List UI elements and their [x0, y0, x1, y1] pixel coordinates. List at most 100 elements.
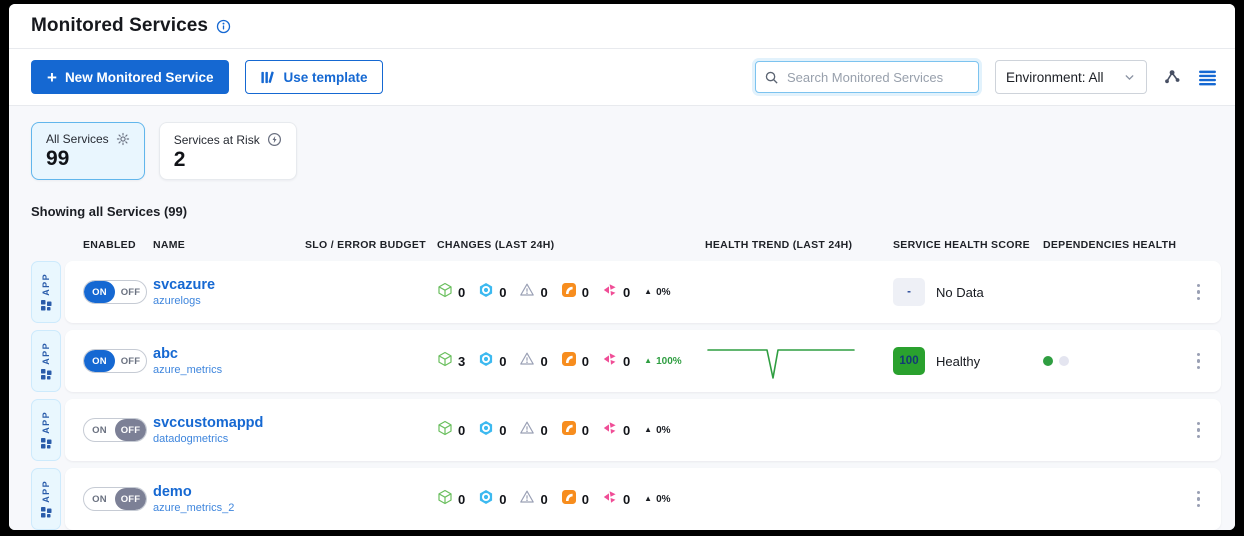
alert-change-count: 0	[540, 492, 547, 507]
gear-icon	[116, 132, 130, 146]
environment-dropdown[interactable]: Environment: All	[995, 60, 1147, 94]
dependencies-cell	[1043, 356, 1193, 366]
summary-cards: All Services 99 Services at Risk 2	[31, 122, 1221, 180]
use-template-button[interactable]: Use template	[245, 60, 382, 94]
service-name-link[interactable]: demo	[153, 484, 305, 501]
row-actions-menu-icon[interactable]	[1192, 417, 1206, 444]
info-icon[interactable]	[216, 19, 231, 34]
alert-change-count: 0	[540, 423, 547, 438]
deployment-change-count: 3	[458, 354, 465, 369]
changes-delta-value: 0%	[656, 494, 670, 505]
health-score-label: Healthy	[936, 354, 980, 369]
toolbar-right: Environment: All	[755, 60, 1219, 94]
services-at-risk-count: 2	[174, 148, 282, 171]
service-type-tag: APP	[31, 330, 61, 392]
changes-delta-value: 0%	[656, 287, 670, 298]
infrastructure-change-count: 0	[499, 285, 506, 300]
new-monitored-service-button[interactable]: + New Monitored Service	[31, 60, 229, 94]
service-name-link[interactable]: abc	[153, 346, 305, 363]
screenshot-frame: Monitored Services + New Monitored Servi…	[0, 0, 1244, 536]
enabled-toggle[interactable]: ON OFF	[83, 349, 147, 373]
list-view-icon[interactable]	[1198, 69, 1217, 86]
appdynamics-event-icon	[561, 351, 577, 372]
row-actions-menu-icon[interactable]	[1192, 486, 1206, 513]
row-actions-menu-icon[interactable]	[1192, 279, 1206, 306]
view-toggle-group	[1163, 68, 1219, 87]
service-type-label: APP	[41, 411, 51, 434]
changes-delta: ▲100%	[644, 356, 682, 367]
service-name-link[interactable]: svcazure	[153, 277, 305, 294]
appd-change-count: 0	[582, 423, 589, 438]
enabled-toggle[interactable]: ON OFF	[83, 418, 147, 442]
appdynamics-event-icon	[561, 489, 577, 510]
search-input[interactable]	[785, 69, 970, 86]
search-icon	[764, 70, 779, 85]
deployment-cube-icon	[437, 420, 453, 441]
dependency-healthy-dot	[1043, 356, 1053, 366]
column-header-health-trend: HEALTH TREND (LAST 24H)	[705, 239, 893, 251]
toolbar: + New Monitored Service Use template Env…	[9, 49, 1235, 106]
showing-summary-text: Showing all Services (99)	[31, 204, 1221, 219]
template-library-icon	[260, 70, 275, 85]
table-header-row: ENABLED NAME SLO / ERROR BUDGET CHANGES …	[65, 239, 1221, 251]
app-grid-icon	[41, 369, 52, 380]
flag-change-count: 0	[623, 492, 630, 507]
health-score-badge: -	[893, 278, 925, 306]
changes-delta: ▲0%	[644, 494, 670, 505]
column-header-enabled: ENABLED	[65, 239, 153, 251]
infrastructure-change-count: 0	[499, 354, 506, 369]
service-type-tag: APP	[31, 468, 61, 530]
app-grid-icon	[41, 507, 52, 518]
service-subtitle: datadogmetrics	[153, 433, 305, 445]
table-row: APP ON OFF svcazure azurelogs 0 0	[31, 261, 1221, 323]
deployment-cube-icon	[437, 489, 453, 510]
service-name-link[interactable]: svccustomappd	[153, 415, 305, 432]
deployment-change-count: 0	[458, 285, 465, 300]
table-row: APP ON OFF demo azure_metrics_2 0 0	[31, 468, 1221, 530]
appdynamics-event-icon	[561, 282, 577, 303]
search-box[interactable]	[755, 61, 979, 93]
infrastructure-hexagon-icon	[478, 489, 494, 510]
trend-up-icon: ▲	[644, 426, 652, 434]
changes-delta: ▲0%	[644, 287, 670, 298]
map-view-icon[interactable]	[1163, 68, 1182, 87]
enabled-toggle[interactable]: ON OFF	[83, 487, 147, 511]
changes-delta: ▲ 0%	[644, 425, 670, 436]
appd-change-count: 0	[582, 354, 589, 369]
alert-triangle-icon	[519, 351, 535, 372]
deployment-change-count: 0	[458, 492, 465, 507]
enabled-toggle[interactable]: ON OFF	[83, 280, 147, 304]
alert-triangle-icon	[519, 489, 535, 510]
service-type-label: APP	[41, 342, 51, 365]
health-score-cell: - No Data	[893, 278, 1043, 306]
changes-cell: 0 0 0 0 0 ▲0%	[437, 420, 705, 441]
title-bar: Monitored Services	[9, 4, 1235, 49]
changes-cell: 0 0 0 0 0 ▲0%	[437, 489, 705, 510]
app-grid-icon	[41, 300, 52, 311]
row-actions-menu-icon[interactable]	[1192, 348, 1206, 375]
page-title: Monitored Services	[31, 15, 208, 37]
column-header-slo: SLO / ERROR BUDGET	[305, 239, 437, 251]
service-type-tag: APP	[31, 399, 61, 461]
health-trend-sparkline	[705, 338, 857, 384]
table-row: APP ON OFF abc azure_metrics 3 0	[31, 330, 1221, 392]
flag-change-icon	[602, 351, 618, 372]
app-grid-icon	[41, 438, 52, 449]
health-score-cell: 100 Healthy	[893, 347, 1043, 375]
health-score-label: No Data	[936, 285, 984, 300]
alert-triangle-icon	[519, 420, 535, 441]
column-header-name: NAME	[153, 239, 305, 251]
plus-icon: +	[47, 69, 57, 86]
content-area: All Services 99 Services at Risk 2 Showi…	[9, 106, 1235, 530]
flag-change-icon	[602, 282, 618, 303]
changes-delta-value: 100%	[656, 356, 682, 367]
table-row: APP ON OFF svccustomappd datadogmetrics …	[31, 399, 1221, 461]
infrastructure-hexagon-icon	[478, 351, 494, 372]
dependency-nodata-dot	[1059, 356, 1069, 366]
service-subtitle: azure_metrics_2	[153, 502, 305, 514]
flag-change-icon	[602, 420, 618, 441]
all-services-card[interactable]: All Services 99	[31, 122, 145, 180]
changes-delta-value: 0%	[656, 425, 670, 436]
services-at-risk-card[interactable]: Services at Risk 2	[159, 122, 297, 180]
flag-change-icon	[602, 489, 618, 510]
